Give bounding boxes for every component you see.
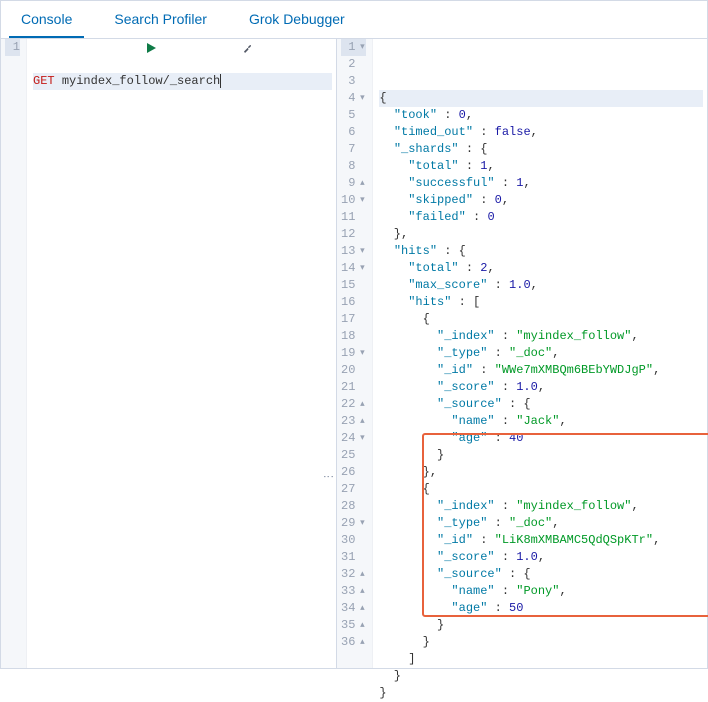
console-panels: 1 GET myindex_follow/_search ⋮ 1▾234▾567… <box>1 39 707 668</box>
wrench-icon[interactable] <box>242 8 328 88</box>
response-code: { "took" : 0, "timed_out" : false, "_sha… <box>373 39 707 668</box>
tab-console[interactable]: Console <box>9 1 84 38</box>
tab-bar: Console Search Profiler Grok Debugger <box>1 1 707 39</box>
request-code[interactable]: GET myindex_follow/_search <box>27 39 336 668</box>
http-method: GET <box>33 74 55 88</box>
request-editor[interactable]: 1 GET myindex_follow/_search ⋮ <box>1 39 337 668</box>
request-gutter: 1 <box>1 39 27 668</box>
response-viewer[interactable]: 1▾234▾56789▴10▾111213▾14▾1516171819▾2021… <box>337 39 707 668</box>
response-gutter: 1▾234▾56789▴10▾111213▾14▾1516171819▾2021… <box>337 39 373 668</box>
panel-resize-handle[interactable]: ⋮ <box>318 471 335 483</box>
play-icon[interactable] <box>145 8 231 88</box>
